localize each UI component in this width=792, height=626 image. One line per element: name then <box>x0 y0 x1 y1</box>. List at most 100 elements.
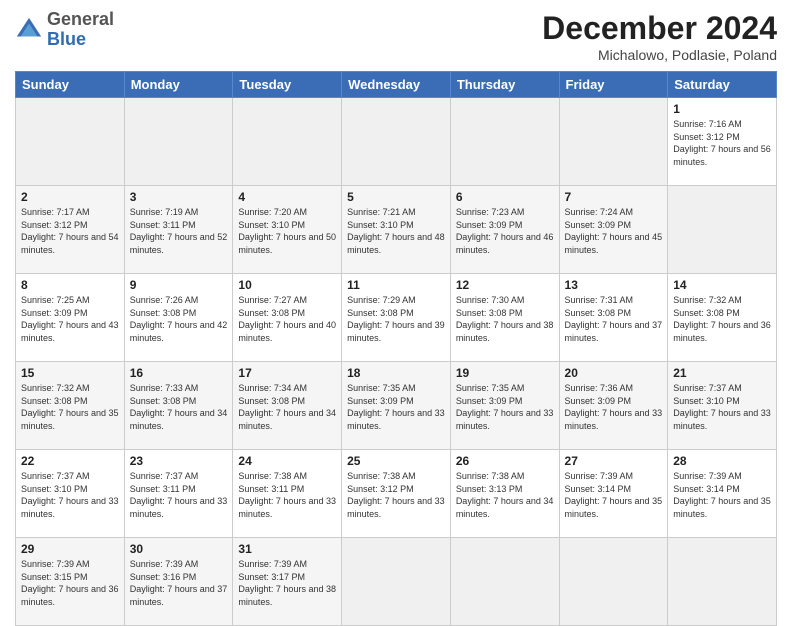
calendar-cell: 18 Sunrise: 7:35 AMSunset: 3:09 PMDayligh… <box>342 362 451 450</box>
day-number: 29 <box>21 542 119 556</box>
calendar-cell: 6Sunrise: 7:23 AMSunset: 3:09 PMDaylight… <box>450 186 559 274</box>
calendar-cell <box>124 98 233 186</box>
day-info: Sunrise: 7:20 AMSunset: 3:10 PMDaylight:… <box>238 206 336 256</box>
day-info: Sunrise: 7:33 AMSunset: 3:08 PMDaylight:… <box>130 382 228 432</box>
day-info: Sunrise: 7:39 AMSunset: 3:16 PMDaylight:… <box>130 558 228 608</box>
day-number: 9 <box>130 278 228 292</box>
day-number: 24 <box>238 454 336 468</box>
col-tuesday: Tuesday <box>233 72 342 98</box>
logo-blue: Blue <box>47 30 114 50</box>
calendar-cell: 9 Sunrise: 7:26 AMSunset: 3:08 PMDaylight… <box>124 274 233 362</box>
day-info: Sunrise: 7:37 AMSunset: 3:11 PMDaylight:… <box>130 470 228 520</box>
day-info: Sunrise: 7:30 AMSunset: 3:08 PMDaylight:… <box>456 294 554 344</box>
day-number: 27 <box>565 454 663 468</box>
day-info: Sunrise: 7:26 AMSunset: 3:08 PMDaylight:… <box>130 294 228 344</box>
calendar-subtitle: Michalowo, Podlasie, Poland <box>542 47 777 63</box>
day-info: Sunrise: 7:19 AMSunset: 3:11 PMDaylight:… <box>130 206 228 256</box>
calendar-cell <box>668 538 777 626</box>
calendar-cell: 16 Sunrise: 7:33 AMSunset: 3:08 PMDayligh… <box>124 362 233 450</box>
day-number: 11 <box>347 278 445 292</box>
day-number: 2 <box>21 190 119 204</box>
calendar-cell: 10 Sunrise: 7:27 AMSunset: 3:08 PMDayligh… <box>233 274 342 362</box>
day-number: 4 <box>238 190 336 204</box>
calendar-cell: 12 Sunrise: 7:30 AMSunset: 3:08 PMDayligh… <box>450 274 559 362</box>
calendar-cell: 27Sunrise: 7:39 AMSunset: 3:14 PMDayligh… <box>559 450 668 538</box>
calendar-cell: 30Sunrise: 7:39 AMSunset: 3:16 PMDayligh… <box>124 538 233 626</box>
day-number: 15 <box>21 366 119 380</box>
calendar-cell: 23 Sunrise: 7:37 AMSunset: 3:11 PMDayligh… <box>124 450 233 538</box>
day-info: Sunrise: 7:25 AMSunset: 3:09 PMDaylight:… <box>21 294 119 344</box>
day-number: 16 <box>130 366 228 380</box>
calendar-week-2: 2 Sunrise: 7:17 AMSunset: 3:12 PMDaylight… <box>16 186 777 274</box>
day-number: 18 <box>347 366 445 380</box>
col-saturday: Saturday <box>668 72 777 98</box>
day-number: 8 <box>21 278 119 292</box>
day-info: Sunrise: 7:32 AMSunset: 3:08 PMDaylight:… <box>21 382 119 432</box>
calendar-cell: 13Sunrise: 7:31 AMSunset: 3:08 PMDayligh… <box>559 274 668 362</box>
calendar-page: General Blue December 2024 Michalowo, Po… <box>0 0 792 612</box>
day-info: Sunrise: 7:36 AMSunset: 3:09 PMDaylight:… <box>565 382 663 432</box>
col-thursday: Thursday <box>450 72 559 98</box>
calendar-cell <box>16 98 125 186</box>
calendar-cell <box>233 98 342 186</box>
logo-icon <box>15 16 43 44</box>
calendar-cell: 22Sunrise: 7:37 AMSunset: 3:10 PMDayligh… <box>16 450 125 538</box>
day-info: Sunrise: 7:35 AMSunset: 3:09 PMDaylight:… <box>456 382 554 432</box>
day-number: 21 <box>673 366 771 380</box>
calendar-cell: 5 Sunrise: 7:21 AMSunset: 3:10 PMDaylight… <box>342 186 451 274</box>
calendar-cell: 25Sunrise: 7:38 AMSunset: 3:12 PMDayligh… <box>342 450 451 538</box>
day-info: Sunrise: 7:39 AMSunset: 3:17 PMDaylight:… <box>238 558 336 608</box>
col-friday: Friday <box>559 72 668 98</box>
calendar-cell <box>450 98 559 186</box>
title-block: December 2024 Michalowo, Podlasie, Polan… <box>542 10 777 63</box>
calendar-cell: 1Sunrise: 7:16 AMSunset: 3:12 PMDaylight… <box>668 98 777 186</box>
day-info: Sunrise: 7:17 AMSunset: 3:12 PMDaylight:… <box>21 206 119 256</box>
header: General Blue December 2024 Michalowo, Po… <box>15 10 777 63</box>
day-info: Sunrise: 7:31 AMSunset: 3:08 PMDaylight:… <box>565 294 663 344</box>
calendar-cell: 8 Sunrise: 7:25 AMSunset: 3:09 PMDaylight… <box>16 274 125 362</box>
day-number: 14 <box>673 278 771 292</box>
day-number: 5 <box>347 190 445 204</box>
day-info: Sunrise: 7:35 AMSunset: 3:09 PMDaylight:… <box>347 382 445 432</box>
calendar-cell: 19 Sunrise: 7:35 AMSunset: 3:09 PMDayligh… <box>450 362 559 450</box>
calendar-table: Sunday Monday Tuesday Wednesday Thursday… <box>15 71 777 626</box>
day-info: Sunrise: 7:37 AMSunset: 3:10 PMDaylight:… <box>673 382 771 432</box>
calendar-cell <box>450 538 559 626</box>
calendar-cell <box>559 98 668 186</box>
logo-general: General <box>47 10 114 30</box>
day-number: 19 <box>456 366 554 380</box>
col-monday: Monday <box>124 72 233 98</box>
calendar-cell: 11Sunrise: 7:29 AMSunset: 3:08 PMDayligh… <box>342 274 451 362</box>
calendar-cell: 2 Sunrise: 7:17 AMSunset: 3:12 PMDaylight… <box>16 186 125 274</box>
day-info: Sunrise: 7:23 AMSunset: 3:09 PMDaylight:… <box>456 206 554 256</box>
calendar-cell: 4 Sunrise: 7:20 AMSunset: 3:10 PMDaylight… <box>233 186 342 274</box>
day-number: 31 <box>238 542 336 556</box>
calendar-cell: 21 Sunrise: 7:37 AMSunset: 3:10 PMDayligh… <box>668 362 777 450</box>
day-info: Sunrise: 7:38 AMSunset: 3:13 PMDaylight:… <box>456 470 554 520</box>
calendar-title: December 2024 <box>542 10 777 47</box>
calendar-cell: 3Sunrise: 7:19 AMSunset: 3:11 PMDaylight… <box>124 186 233 274</box>
calendar-week-4: 15 Sunrise: 7:32 AMSunset: 3:08 PMDayligh… <box>16 362 777 450</box>
day-info: Sunrise: 7:34 AMSunset: 3:08 PMDaylight:… <box>238 382 336 432</box>
day-info: Sunrise: 7:38 AMSunset: 3:12 PMDaylight:… <box>347 470 445 520</box>
day-info: Sunrise: 7:21 AMSunset: 3:10 PMDaylight:… <box>347 206 445 256</box>
day-info: Sunrise: 7:24 AMSunset: 3:09 PMDaylight:… <box>565 206 663 256</box>
calendar-cell: 14Sunrise: 7:32 AMSunset: 3:08 PMDayligh… <box>668 274 777 362</box>
calendar-cell <box>559 538 668 626</box>
day-number: 23 <box>130 454 228 468</box>
calendar-cell <box>342 98 451 186</box>
day-info: Sunrise: 7:37 AMSunset: 3:10 PMDaylight:… <box>21 470 119 520</box>
calendar-header-row: Sunday Monday Tuesday Wednesday Thursday… <box>16 72 777 98</box>
calendar-week-1: 1Sunrise: 7:16 AMSunset: 3:12 PMDaylight… <box>16 98 777 186</box>
day-info: Sunrise: 7:27 AMSunset: 3:08 PMDaylight:… <box>238 294 336 344</box>
day-number: 28 <box>673 454 771 468</box>
day-number: 1 <box>673 102 771 116</box>
logo-text: General Blue <box>47 10 114 50</box>
day-number: 12 <box>456 278 554 292</box>
calendar-cell: 15 Sunrise: 7:32 AMSunset: 3:08 PMDayligh… <box>16 362 125 450</box>
col-sunday: Sunday <box>16 72 125 98</box>
day-number: 26 <box>456 454 554 468</box>
day-number: 10 <box>238 278 336 292</box>
day-info: Sunrise: 7:39 AMSunset: 3:14 PMDaylight:… <box>673 470 771 520</box>
calendar-week-6: 29Sunrise: 7:39 AMSunset: 3:15 PMDayligh… <box>16 538 777 626</box>
